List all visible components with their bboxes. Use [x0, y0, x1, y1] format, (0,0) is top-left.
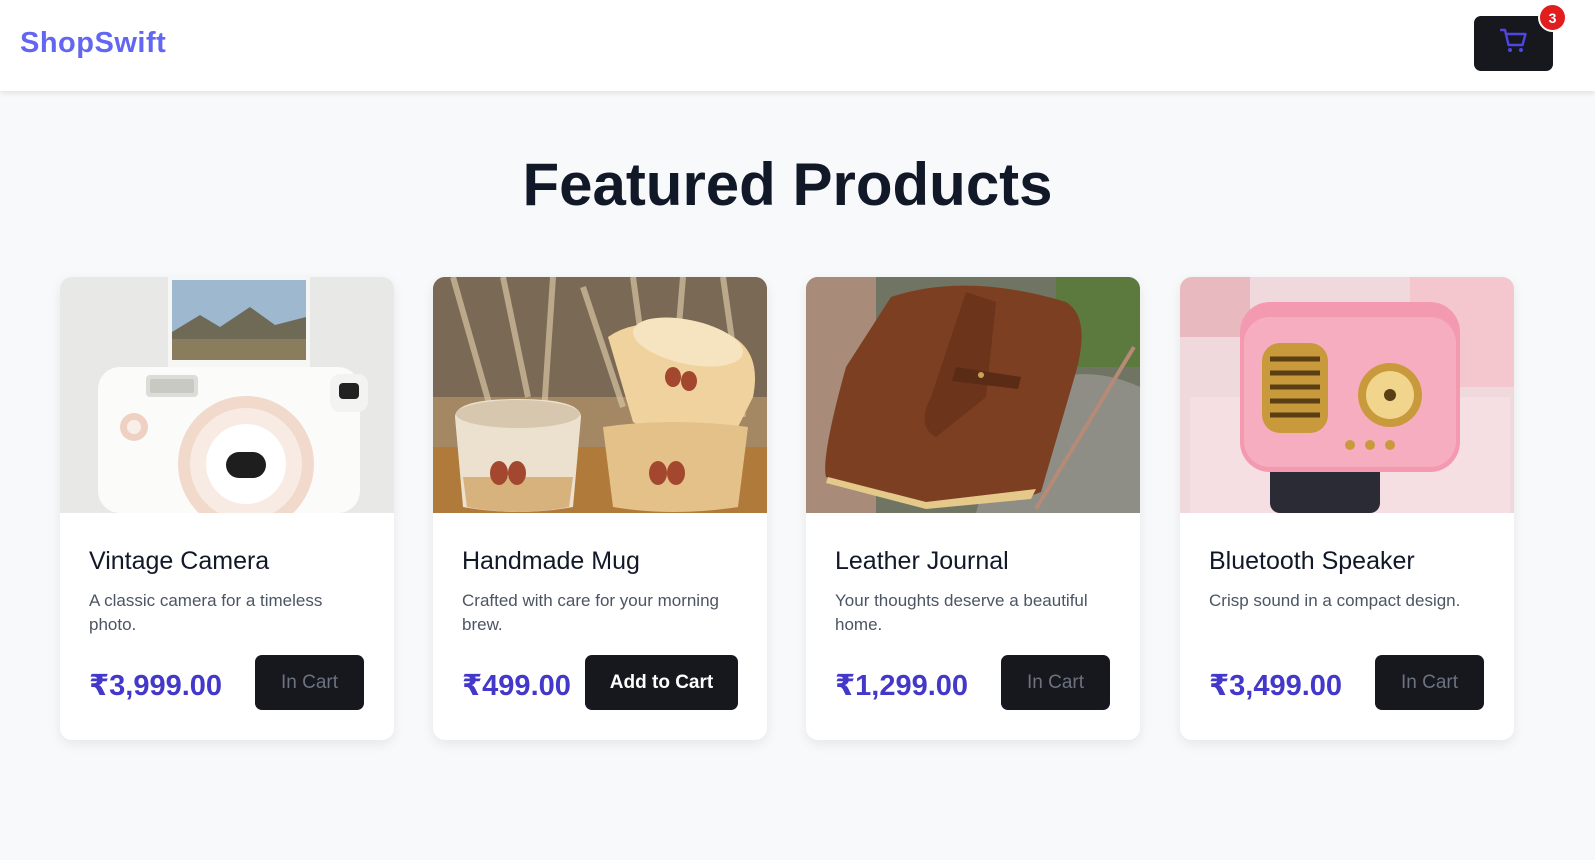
top-navbar: ShopSwift 3: [0, 0, 1595, 91]
shopping-cart-icon: [1499, 28, 1528, 59]
page-title: Featured Products: [522, 151, 1053, 218]
product-description: Crafted with care for your morning brew.: [462, 591, 719, 634]
product-card: Bluetooth Speaker Crisp sound in a compa…: [1180, 277, 1514, 740]
in-cart-button[interactable]: In Cart: [1001, 655, 1110, 710]
product-title: Vintage Camera: [89, 547, 270, 575]
product-title: Handmade Mug: [462, 547, 640, 575]
product-price: ₹3,499.00: [1209, 670, 1343, 702]
in-cart-button[interactable]: In Cart: [1375, 655, 1484, 710]
product-title: Leather Journal: [835, 547, 1009, 575]
product-price: ₹499.00: [462, 670, 571, 702]
product-card: Leather Journal Your thoughts deserve a …: [806, 277, 1140, 740]
product-price: ₹1,299.00: [835, 670, 969, 702]
in-cart-button[interactable]: In Cart: [255, 655, 364, 710]
product-description: Your thoughts deserve a beautiful home.: [835, 591, 1088, 634]
cart-count-badge: 3: [1538, 3, 1567, 32]
product-image-camera[interactable]: [60, 277, 394, 513]
product-description: Crisp sound in a compact design.: [1209, 591, 1461, 610]
product-description: A classic camera for a timeless photo.: [89, 591, 323, 634]
product-card: Handmade Mug Crafted with care for your …: [433, 277, 767, 740]
brand-logo[interactable]: ShopSwift: [20, 27, 166, 60]
add-to-cart-button[interactable]: Add to Cart: [585, 655, 738, 710]
product-title: Bluetooth Speaker: [1209, 547, 1415, 575]
product-image-mug[interactable]: [433, 277, 767, 513]
product-image-journal[interactable]: [806, 277, 1140, 513]
product-price: ₹3,999.00: [89, 670, 223, 702]
product-image-speaker[interactable]: [1180, 277, 1514, 513]
product-card: Vintage Camera A classic camera for a ti…: [60, 277, 394, 740]
